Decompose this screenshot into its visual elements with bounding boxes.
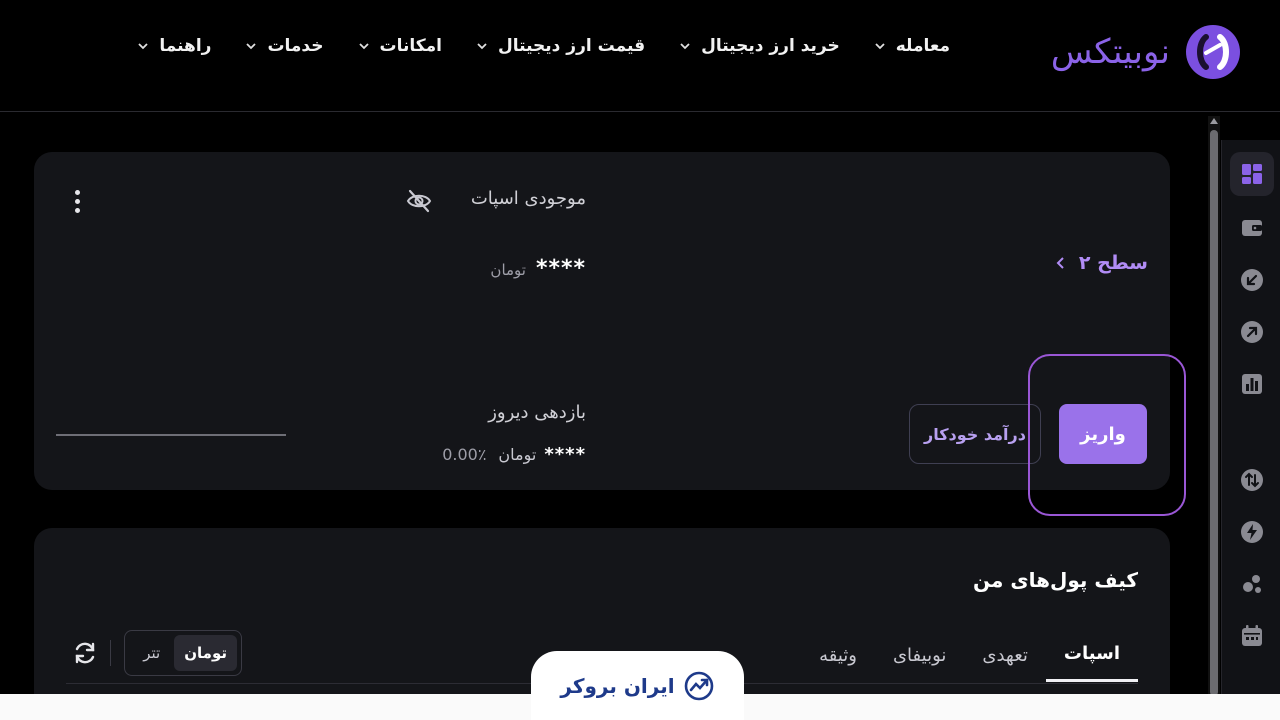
yield-unit: تومان [498,445,537,464]
dashboard-icon [1242,164,1262,184]
nav-item-label: قیمت ارز دیجیتال [498,36,646,56]
nav-item-label: خرید ارز دیجیتال [701,36,840,56]
my-wallets-title: کیف پول‌های من [972,568,1138,592]
currency-option-tether[interactable]: تتر [133,635,170,671]
withdraw-arrow-icon [1241,321,1263,343]
right-sidebar [1221,140,1280,700]
yesterday-yield-value: **** تومان 0.00٪ [442,444,586,465]
toolbar-divider [110,640,111,666]
nav-item-label: معامله [895,36,950,56]
nav-item-label: امکانات [379,36,442,56]
sidebar-item-fast-trade[interactable] [1230,510,1274,554]
user-level-link[interactable]: سطح ۲ [1055,252,1148,274]
spot-balance-card: موجودی اسپات **** تومان سطح ۲ بازدهی دیر… [34,152,1170,490]
tab-spot[interactable]: اسپات [1045,638,1138,682]
nav-item-guide[interactable]: راهنما [137,36,211,56]
tab-nobify[interactable]: نوبیفای [875,638,964,682]
sidebar-item-withdraw[interactable] [1230,310,1274,354]
chevron-down-icon [138,43,148,50]
nav-item-label: خدمات [267,36,324,56]
yield-sparkline [56,434,286,436]
page-scrollbar[interactable] [1208,116,1220,696]
more-options-icon[interactable] [74,190,82,216]
watermark-badge: ایران بروکر [531,651,744,720]
yesterday-yield-title: بازدهی دیروز [488,402,586,423]
balance-unit: تومان [490,261,526,279]
coins-icon [1243,575,1261,593]
chevron-down-icon [358,43,369,50]
scroll-up-icon[interactable] [1210,118,1218,124]
calendar-icon [1242,625,1262,646]
chevron-down-icon [875,43,885,50]
lightning-icon [1241,521,1263,543]
deposit-arrow-icon [1241,269,1263,291]
nav-item-trade[interactable]: معامله [874,36,950,56]
growth-chart-icon [684,671,713,701]
nav-item-buy-crypto[interactable]: خرید ارز دیجیتال [679,36,840,56]
nav-item-features[interactable]: امکانات [358,36,442,56]
sidebar-item-coins[interactable] [1230,562,1274,606]
chevron-down-icon [246,43,257,50]
nav-item-label: راهنما [159,36,212,56]
exchange-icon [1241,469,1263,491]
deposit-button[interactable]: واریز [1059,404,1147,464]
logo[interactable]: نوبیتکس [1051,22,1242,82]
chevron-left-icon [1056,257,1064,269]
sidebar-item-deposit[interactable] [1230,258,1274,302]
sidebar-item-exchange[interactable] [1230,458,1274,502]
chevron-down-icon [477,43,487,50]
yield-masked-value: **** [544,444,586,465]
spot-balance-title: موجودی اسپات [470,188,586,209]
tab-collateral[interactable]: وثیقه [801,638,875,682]
sidebar-item-calendar[interactable] [1230,614,1274,658]
wallet-tabs: اسپات تعهدی نوبیفای وثیقه [801,638,1138,682]
chevron-down-icon [680,43,690,50]
chart-icon [1242,374,1262,394]
user-level-label: سطح ۲ [1078,252,1148,274]
wallet-icon [1242,220,1262,236]
nobitex-logo-icon [1186,25,1240,79]
refresh-icon[interactable] [72,640,98,666]
sidebar-item-wallet[interactable] [1230,206,1274,250]
auto-income-button[interactable]: درآمد خودکار [909,404,1041,464]
sidebar-item-reports[interactable] [1230,362,1274,406]
nav-item-crypto-price[interactable]: قیمت ارز دیجیتال [476,36,645,56]
yield-percent: 0.00٪ [442,445,487,464]
sidebar-item-dashboard[interactable] [1230,152,1274,196]
main-nav: معامله خرید ارز دیجیتال قیمت ارز دیجیتال… [137,36,950,56]
scroll-thumb[interactable] [1210,130,1218,696]
watermark-text: ایران بروکر [560,674,675,698]
nav-item-services[interactable]: خدمات [245,36,324,56]
eye-off-icon[interactable] [406,188,432,214]
tab-margin[interactable]: تعهدی [964,638,1046,682]
spot-balance-amount: **** تومان [490,256,586,281]
currency-toggle[interactable]: تومان تتر [124,630,242,676]
balance-masked-value: **** [535,256,586,281]
logo-text: نوبیتکس [1050,32,1170,72]
currency-option-toman[interactable]: تومان [174,635,237,671]
top-header: نوبیتکس معامله خرید ارز دیجیتال قیمت ارز… [0,0,1280,112]
